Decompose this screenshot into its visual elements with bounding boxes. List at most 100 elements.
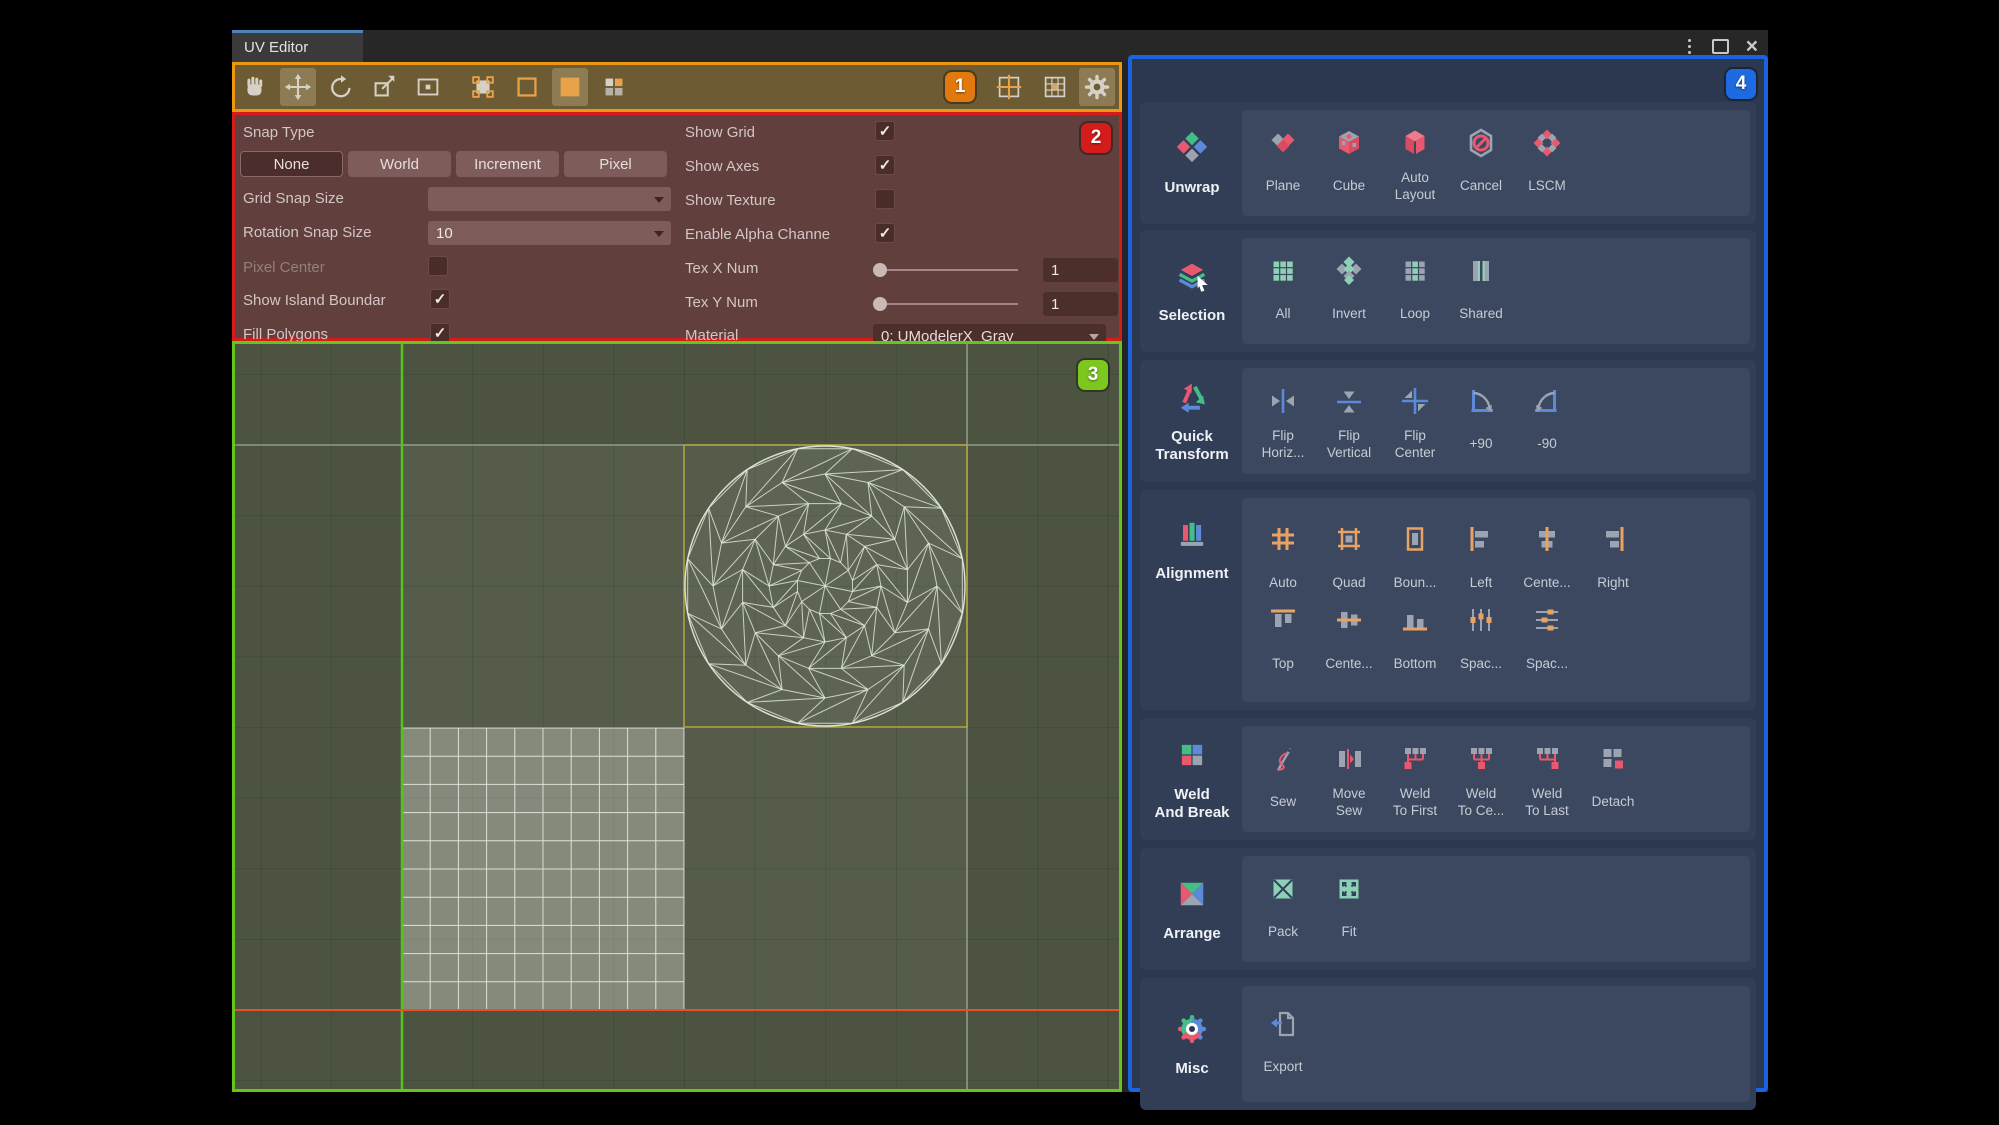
- misc-icon: [1174, 1011, 1210, 1052]
- button-lscm[interactable]: LSCM: [1514, 123, 1580, 204]
- button-all[interactable]: All: [1250, 251, 1316, 332]
- button-detach[interactable]: Detach: [1580, 739, 1646, 820]
- button-cente-[interactable]: Cente...: [1514, 519, 1580, 600]
- button-flip-horiz-[interactable]: Flip Horiz...: [1250, 381, 1316, 462]
- lscm-icon: [1531, 127, 1563, 164]
- uv-canvas[interactable]: 3: [232, 341, 1122, 1092]
- button-label: Auto Layout: [1395, 168, 1436, 204]
- invert-icon: [1333, 255, 1365, 292]
- button-+90[interactable]: +90: [1448, 381, 1514, 462]
- enable-alpha-checkbox[interactable]: ✓: [875, 223, 895, 243]
- loop-icon: [1399, 255, 1431, 292]
- button-cancel[interactable]: Cancel: [1448, 123, 1514, 204]
- auto-layout-icon: [1399, 127, 1431, 164]
- close-icon[interactable]: ×: [1746, 36, 1758, 57]
- texture-settings-icon[interactable]: [1037, 68, 1073, 106]
- button--90[interactable]: -90: [1514, 381, 1580, 462]
- button-shared[interactable]: Shared: [1448, 251, 1514, 332]
- button-cube[interactable]: Cube: [1316, 123, 1382, 204]
- uv-editor-window: UV Editor × 1 2 Snap Type NoneWorldIncre…: [232, 30, 1768, 1092]
- tex-x-slider-knob[interactable]: [873, 263, 887, 277]
- rotation-snap-label: Rotation Snap Size: [243, 223, 371, 243]
- pan-tool-icon[interactable]: [236, 68, 272, 106]
- plane-icon: [1267, 127, 1299, 164]
- button-loop[interactable]: Loop: [1382, 251, 1448, 332]
- button-bottom[interactable]: Bottom: [1382, 600, 1448, 681]
- group-selection-label: Selection: [1159, 307, 1226, 325]
- tex-y-slider-track[interactable]: [878, 303, 1018, 305]
- group-arrange-buttons: PackFit: [1242, 856, 1750, 962]
- uv-face-mode-icon[interactable]: [552, 68, 588, 106]
- button-export[interactable]: Export: [1250, 1004, 1316, 1085]
- tex-y-slider-knob[interactable]: [873, 297, 887, 311]
- uv-toolbar: 1: [232, 62, 1122, 112]
- button-left[interactable]: Left: [1448, 519, 1514, 600]
- button-weld-to-first[interactable]: Weld To First: [1382, 739, 1448, 820]
- grid-settings-icon[interactable]: [991, 68, 1027, 106]
- button-move-sew[interactable]: Move Sew: [1316, 739, 1382, 820]
- button-invert[interactable]: Invert: [1316, 251, 1382, 332]
- group-unwrap-category: Unwrap: [1144, 102, 1240, 224]
- quick-transform-icon: [1174, 379, 1210, 420]
- button-cente-[interactable]: Cente...: [1316, 600, 1382, 681]
- show-texture-checkbox[interactable]: [875, 189, 895, 209]
- button-pack[interactable]: Pack: [1250, 869, 1316, 950]
- tab-uv-editor[interactable]: UV Editor: [232, 30, 363, 62]
- snap-option-increment[interactable]: Increment: [456, 151, 559, 177]
- button-plane[interactable]: Plane: [1250, 123, 1316, 204]
- tex-y-value[interactable]: 1: [1043, 292, 1118, 316]
- move-tool-icon[interactable]: [280, 68, 316, 106]
- maximize-icon[interactable]: [1712, 39, 1729, 54]
- rotation-snap-dropdown[interactable]: 10: [428, 221, 671, 245]
- island-boundary-checkbox[interactable]: ✓: [430, 289, 450, 309]
- group-quick-transform-buttons: Flip Horiz...Flip VerticalFlip Center+90…: [1242, 368, 1750, 474]
- button-flip-vertical[interactable]: Flip Vertical: [1316, 381, 1382, 462]
- group-selection-category: Selection: [1144, 230, 1240, 352]
- button-right[interactable]: Right: [1580, 519, 1646, 600]
- button-auto-layout[interactable]: Auto Layout: [1382, 123, 1448, 204]
- button-quad[interactable]: Quad: [1316, 519, 1382, 600]
- enable-alpha-label: Enable Alpha Channe: [685, 225, 873, 245]
- button-label: Cancel: [1460, 168, 1502, 204]
- button-boun-[interactable]: Boun...: [1382, 519, 1448, 600]
- group-arrange-category: Arrange: [1144, 848, 1240, 970]
- button-spac-[interactable]: Spac...: [1448, 600, 1514, 681]
- button-weld-to-last[interactable]: Weld To Last: [1514, 739, 1580, 820]
- uv-vertex-mode-icon[interactable]: [465, 68, 501, 106]
- pixel-center-checkbox[interactable]: [428, 256, 448, 276]
- grid-snap-dropdown[interactable]: [428, 187, 671, 211]
- unwrap-icon: [1174, 130, 1210, 171]
- button-auto[interactable]: Auto: [1250, 519, 1316, 600]
- pixel-center-label: Pixel Center: [243, 258, 325, 278]
- group-weld-and-break-buttons: SewMove Sew Weld To First Weld To Ce...Wel…: [1242, 726, 1750, 832]
- fill-polygons-checkbox[interactable]: ✓: [430, 323, 450, 343]
- pack-icon: [1267, 873, 1299, 910]
- show-grid-checkbox[interactable]: ✓: [875, 121, 895, 141]
- tex-x-slider-track[interactable]: [878, 269, 1018, 271]
- snap-option-none[interactable]: None: [240, 151, 343, 177]
- tex-x-value[interactable]: 1: [1043, 258, 1118, 282]
- grid-snap-label: Grid Snap Size: [243, 189, 344, 209]
- group-selection: Selection AllInvertLoopShared: [1140, 230, 1756, 352]
- uv-edge-mode-icon[interactable]: [509, 68, 545, 106]
- snap-option-pixel[interactable]: Pixel: [564, 151, 667, 177]
- group-arrange: ArrangePackFit: [1140, 848, 1756, 970]
- scale-tool-icon[interactable]: [366, 68, 402, 106]
- show-axes-checkbox[interactable]: ✓: [875, 155, 895, 175]
- settings-gear-icon[interactable]: [1079, 68, 1115, 106]
- button-fit[interactable]: Fit: [1316, 869, 1382, 950]
- group-alignment-buttons: AutoQuadBoun...LeftCente...RightTopCente…: [1242, 498, 1750, 702]
- button-top[interactable]: Top: [1250, 600, 1316, 681]
- snap-option-world[interactable]: World: [348, 151, 451, 177]
- button-sew[interactable]: Sew: [1250, 739, 1316, 820]
- group-misc-category: Misc: [1144, 978, 1240, 1110]
- button-flip-center[interactable]: Flip Center: [1382, 381, 1448, 462]
- uv-island-mode-icon[interactable]: [596, 68, 632, 106]
- rotate-tool-icon[interactable]: [323, 68, 359, 106]
- button-weld-to-ce-[interactable]: Weld To Ce...: [1448, 739, 1514, 820]
- button-label: Weld To First: [1393, 784, 1437, 820]
- rect-select-tool-icon[interactable]: [410, 68, 446, 106]
- button-spac-[interactable]: Spac...: [1514, 600, 1580, 681]
- group-misc-buttons: Export: [1242, 986, 1750, 1102]
- show-axes-label: Show Axes: [685, 157, 759, 177]
